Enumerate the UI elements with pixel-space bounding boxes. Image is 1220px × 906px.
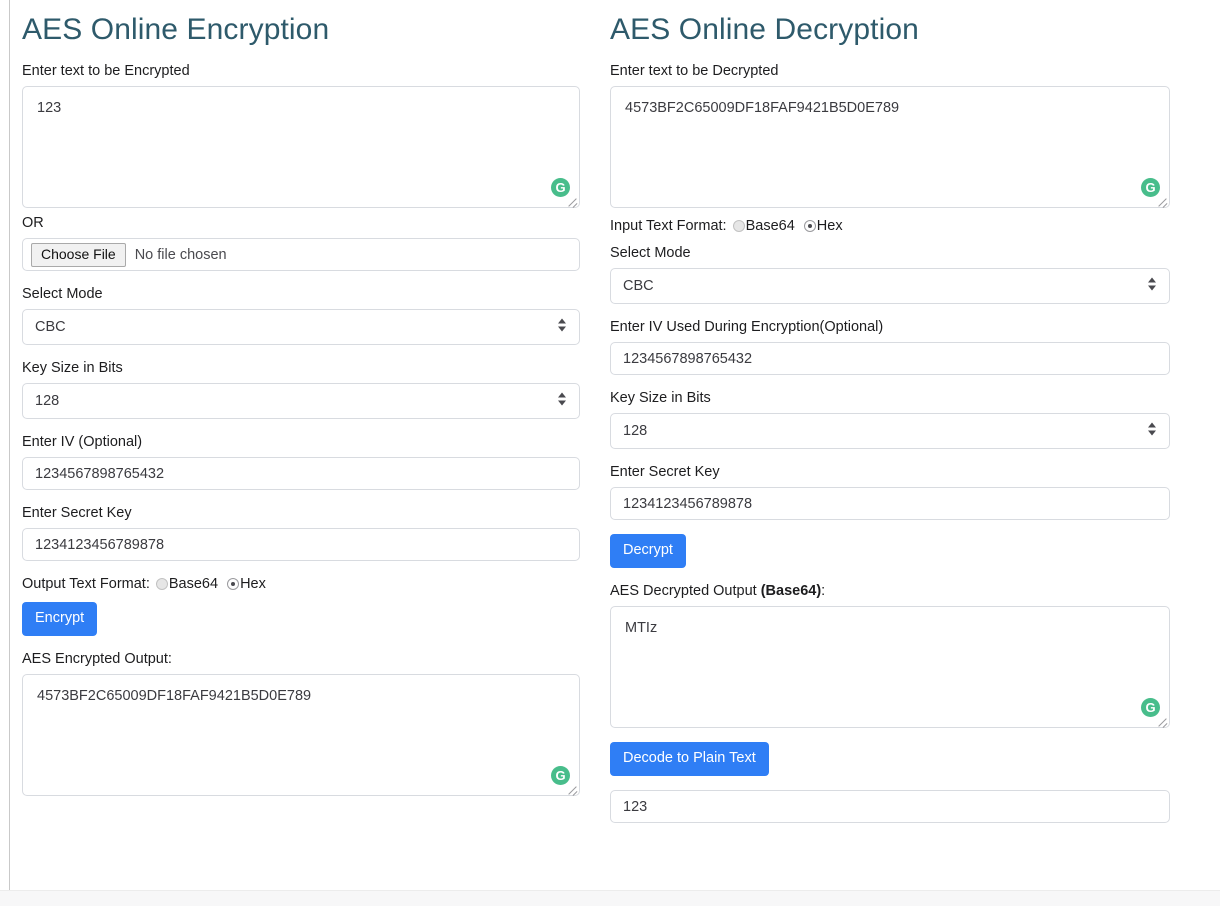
decryption-keysize-select-wrapper: 128 [610,413,1170,449]
decryption-output-label: AES Decrypted Output (Base64): [610,582,1170,600]
encryption-output-wrapper: 4573BF2C65009DF18FAF9421B5D0E789 G [22,674,580,796]
choose-file-button[interactable]: Choose File [31,243,126,267]
decryption-format-base64-label: Base64 [746,217,795,235]
decryption-input-label: Enter text to be Decrypted [610,62,1170,80]
decryption-output-label-prefix: AES Decrypted Output [610,583,761,599]
page-root: AES Online Encryption Enter text to be E… [0,0,1220,906]
decryption-mode-select-wrapper: CBC [610,268,1170,304]
grammarly-badge-icon[interactable]: G [551,766,570,785]
encryption-secret-key-input[interactable] [22,528,580,561]
encryption-output-textarea[interactable]: 4573BF2C65009DF18FAF9421B5D0E789 [22,674,580,796]
radio-hex-icon[interactable] [227,578,239,590]
encryption-mode-select[interactable]: CBC [22,309,580,345]
encryption-input-textarea[interactable]: 123 [22,86,580,208]
decryption-plain-text-output[interactable] [610,790,1170,823]
encryption-mode-label: Select Mode [22,285,580,303]
decryption-output-label-format: (Base64) [761,583,821,599]
encryption-mode-select-wrapper: CBC [22,309,580,345]
encryption-output-format-row: Output Text Format: Base64 Hex [22,575,580,593]
encryption-panel: AES Online Encryption Enter text to be E… [22,0,580,796]
decryption-keysize-label: Key Size in Bits [610,389,1170,407]
encryption-format-hex-option[interactable]: Hex [227,575,266,593]
encryption-keysize-select-wrapper: 128 [22,383,580,419]
decryption-page-title: AES Online Decryption [610,12,1170,48]
encryption-input-wrapper: 123 G [22,86,580,208]
radio-base64-icon[interactable] [733,220,745,232]
footer-band [0,890,1220,906]
encryption-output-format-label: Output Text Format: [22,575,150,593]
decryption-secret-key-input[interactable] [610,487,1170,520]
decryption-keysize-select[interactable]: 128 [610,413,1170,449]
encryption-format-hex-label: Hex [240,575,266,593]
decryption-input-format-label: Input Text Format: [610,217,727,235]
encryption-keysize-label: Key Size in Bits [22,359,580,377]
radio-hex-icon[interactable] [804,220,816,232]
decryption-format-base64-option[interactable]: Base64 [733,217,795,235]
encryption-input-label: Enter text to be Encrypted [22,62,580,80]
encryption-iv-input[interactable] [22,457,580,490]
decryption-mode-label: Select Mode [610,244,1170,262]
decryption-mode-select[interactable]: CBC [610,268,1170,304]
encryption-file-input[interactable]: Choose File No file chosen [22,238,580,271]
decryption-input-textarea[interactable]: 4573BF2C65009DF18FAF9421B5D0E789 [610,86,1170,208]
file-status-text: No file chosen [135,247,227,263]
encryption-keysize-select[interactable]: 128 [22,383,580,419]
encryption-or-label: OR [22,214,580,232]
decryption-input-format-row: Input Text Format: Base64 Hex [610,217,1170,235]
encryption-format-base64-option[interactable]: Base64 [156,575,218,593]
encrypt-button[interactable]: Encrypt [22,602,97,636]
decryption-input-wrapper: 4573BF2C65009DF18FAF9421B5D0E789 G [610,86,1170,208]
encryption-iv-label: Enter IV (Optional) [22,433,580,451]
encryption-secret-label: Enter Secret Key [22,504,580,522]
decryption-output-wrapper: MTIz G [610,606,1170,728]
decode-to-plain-text-button[interactable]: Decode to Plain Text [610,742,769,776]
decryption-panel: AES Online Decryption Enter text to be D… [610,0,1170,823]
decrypt-button[interactable]: Decrypt [610,534,686,568]
decryption-output-textarea[interactable]: MTIz [610,606,1170,728]
radio-base64-icon[interactable] [156,578,168,590]
decryption-secret-label: Enter Secret Key [610,463,1170,481]
encryption-page-title: AES Online Encryption [22,12,580,48]
grammarly-badge-icon[interactable]: G [1141,698,1160,717]
grammarly-badge-icon[interactable]: G [551,178,570,197]
left-divider-rule [9,0,10,890]
decryption-iv-label: Enter IV Used During Encryption(Optional… [610,318,1170,336]
decryption-format-hex-option[interactable]: Hex [804,217,843,235]
decryption-output-label-suffix: : [821,583,825,599]
grammarly-badge-icon[interactable]: G [1141,178,1160,197]
decryption-format-hex-label: Hex [817,217,843,235]
encryption-format-base64-label: Base64 [169,575,218,593]
decryption-iv-input[interactable] [610,342,1170,375]
encryption-output-label: AES Encrypted Output: [22,650,580,668]
